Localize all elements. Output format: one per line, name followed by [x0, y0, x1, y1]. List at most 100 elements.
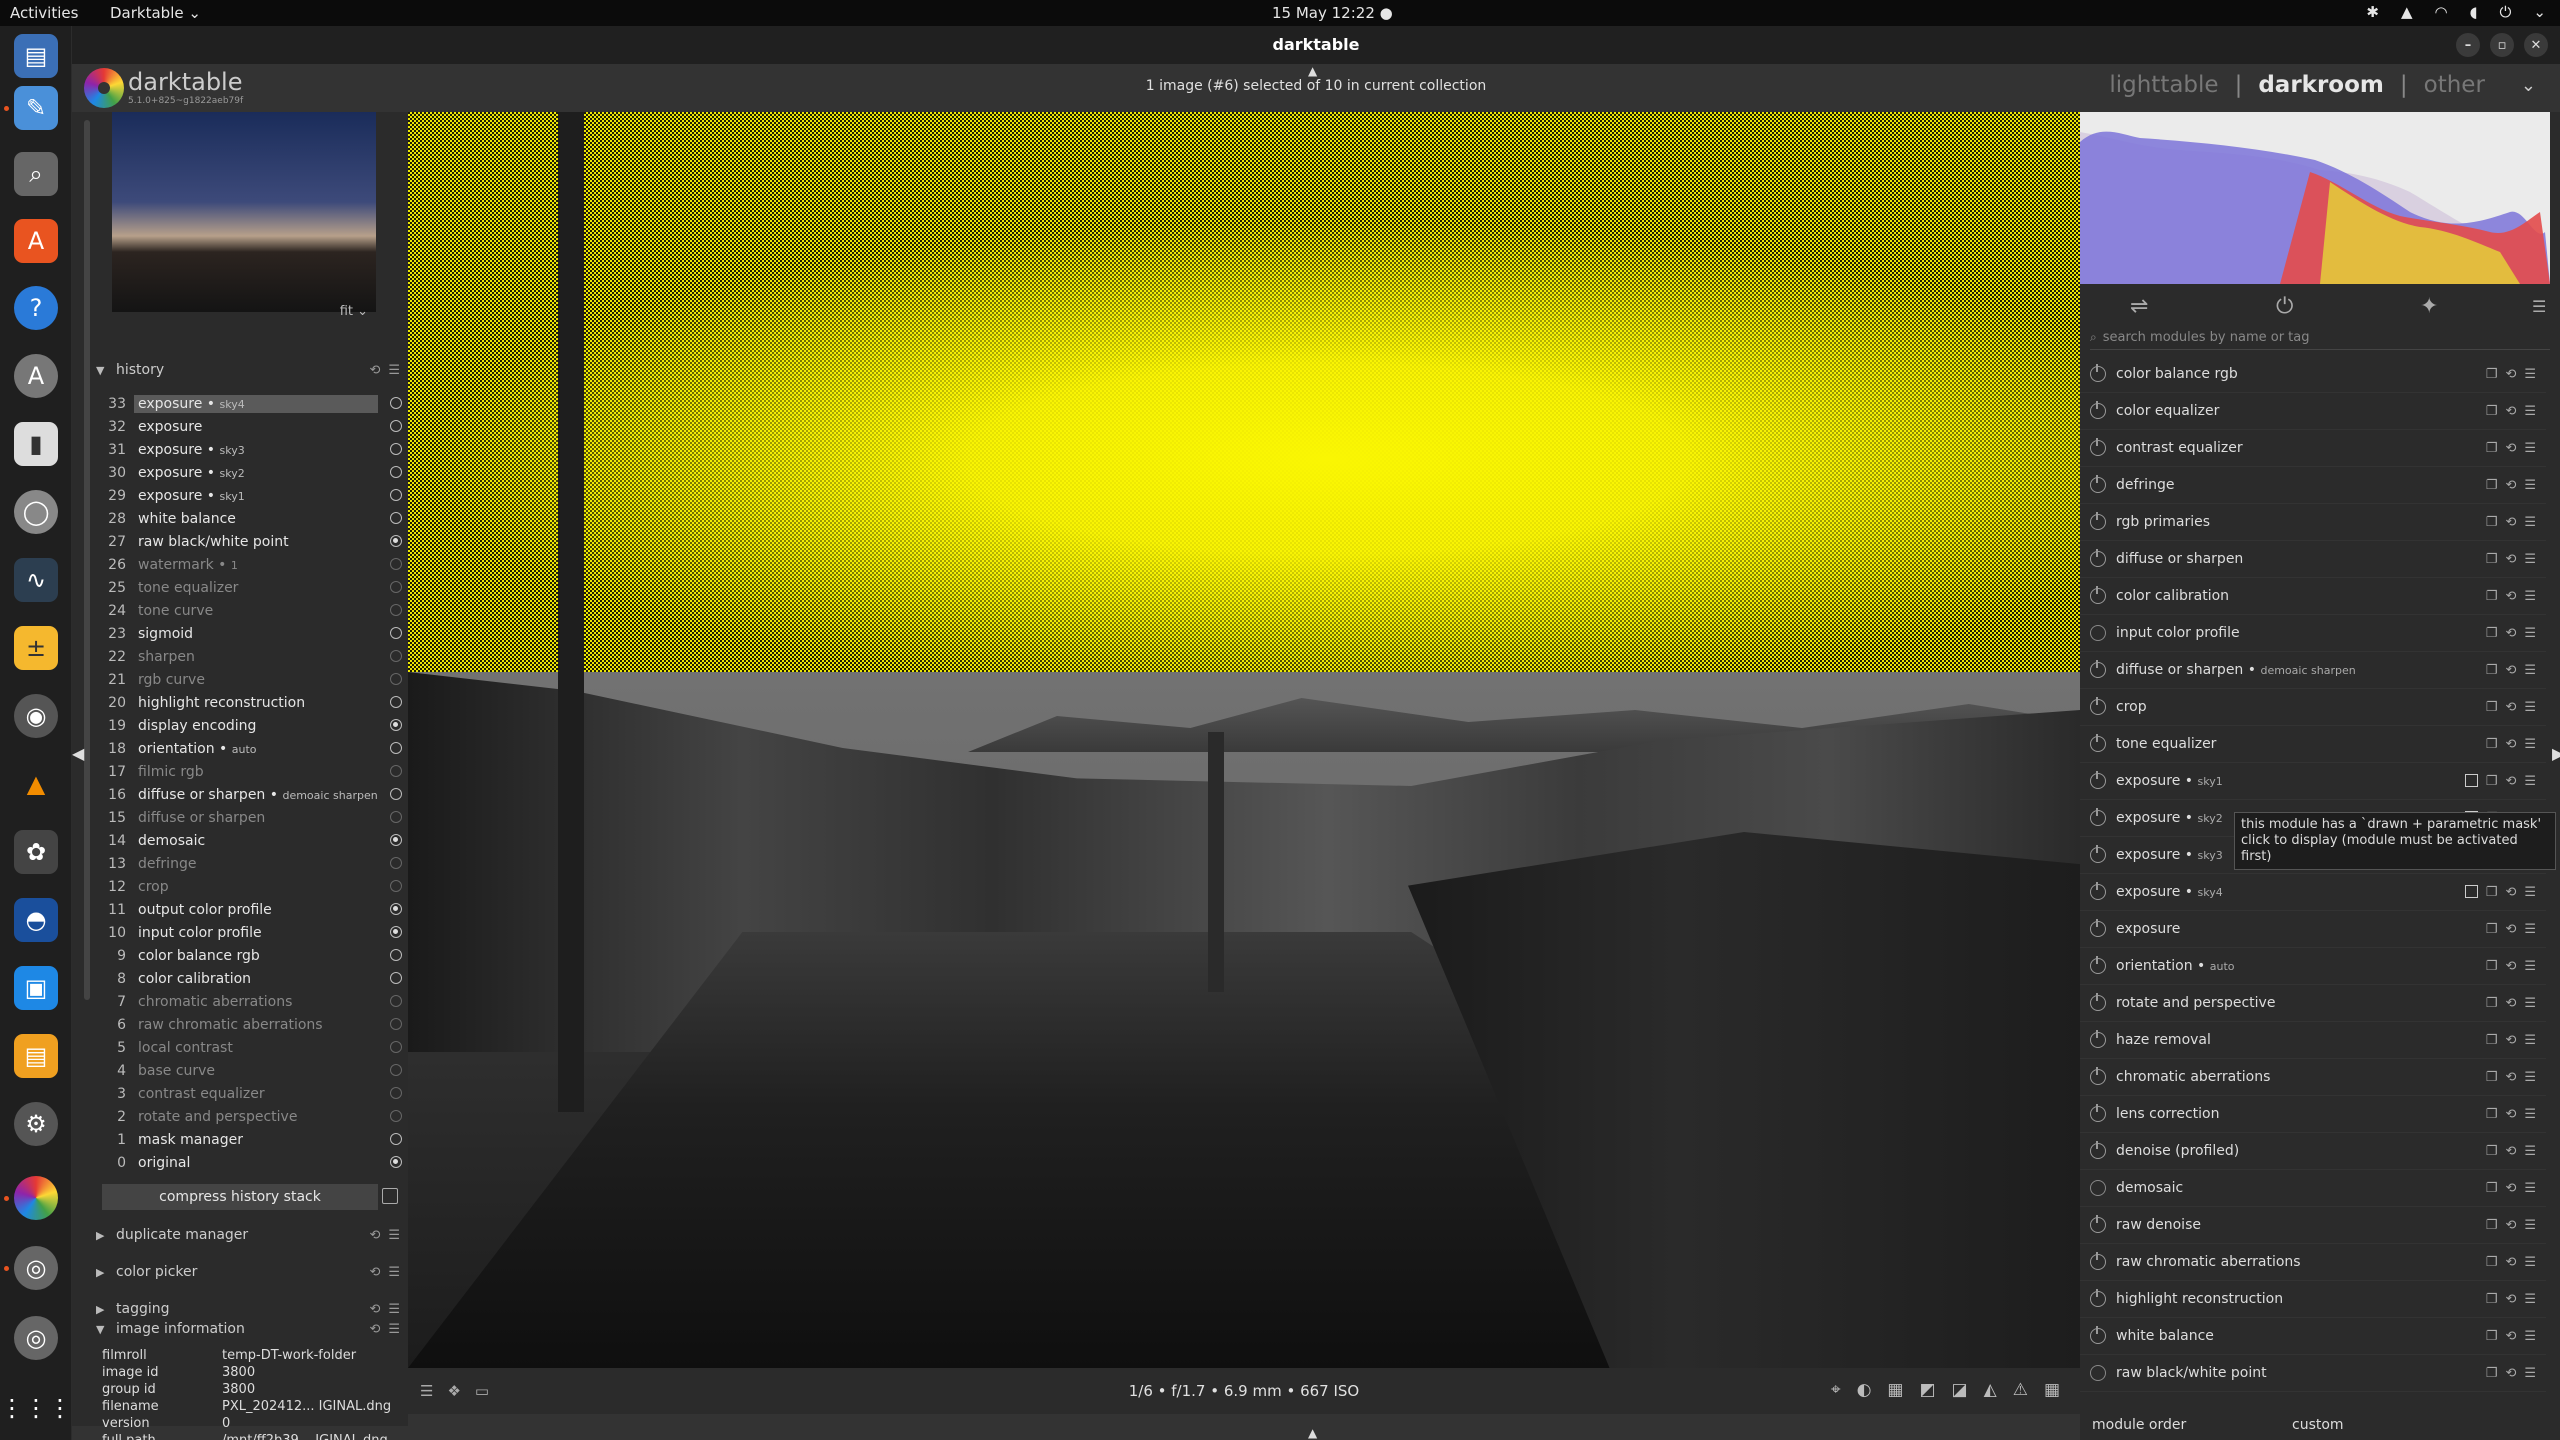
app-grid-icon[interactable]: ⋮⋮⋮	[0, 1386, 72, 1430]
presets-icon[interactable]: ☰	[2524, 1255, 2536, 1270]
bottom-panel-collapse-icon[interactable]: ▲	[1308, 1426, 1317, 1440]
power-icon[interactable]	[2090, 586, 2106, 604]
power-icon[interactable]: ⏻	[2500, 3, 2512, 21]
always-on-icon[interactable]	[2090, 1365, 2106, 1381]
volume-icon[interactable]: ◖	[2470, 3, 2478, 21]
module-order[interactable]: module order custom	[2080, 1414, 2560, 1440]
module-item[interactable]: orientation • auto ❐ ⟲ ☰	[2080, 948, 2546, 985]
navigator-thumbnail[interactable]	[112, 112, 376, 312]
power-icon[interactable]	[2090, 1104, 2106, 1122]
reset-icon[interactable]: ⟲	[2505, 700, 2516, 715]
multi-instance-icon[interactable]: ❐	[2486, 1181, 2498, 1196]
power-icon[interactable]	[2090, 401, 2106, 419]
multi-instance-icon[interactable]: ❐	[2486, 700, 2498, 715]
multi-instance-icon[interactable]: ❐	[2486, 737, 2498, 752]
multi-instance-icon[interactable]: ❐	[2486, 1070, 2498, 1085]
multi-instance-icon[interactable]: ❐	[2486, 515, 2498, 530]
multi-instance-icon[interactable]: ❐	[2486, 959, 2498, 974]
reset-icon[interactable]: ⟲	[2505, 1329, 2516, 1344]
presets-icon[interactable]: ☰	[2524, 922, 2536, 937]
presets-icon[interactable]: ☰	[2524, 663, 2536, 678]
presets-icon[interactable]: ☰	[2524, 626, 2536, 641]
files-icon[interactable]: ▤	[14, 34, 58, 78]
presets-icon[interactable]: ☰	[2524, 1218, 2536, 1233]
module-item[interactable]: tone equalizer ❐ ⟲ ☰	[2080, 726, 2546, 763]
right-panel-collapse-icon[interactable]: ▶	[2552, 744, 2560, 763]
module-item[interactable]: color calibration ❐ ⟲ ☰	[2080, 578, 2546, 615]
chip-icon[interactable]: ▣	[14, 966, 58, 1010]
presets-icon[interactable]: ☰	[2524, 774, 2536, 789]
clipping-icon[interactable]: ◩	[1919, 1380, 1935, 1400]
gimp-icon[interactable]: ✿	[14, 830, 58, 874]
presets-icon[interactable]: ☰	[388, 1322, 400, 1337]
power-icon[interactable]	[2090, 475, 2106, 493]
left-panel-collapse-icon[interactable]: ◀	[72, 744, 84, 763]
power-icon[interactable]	[2090, 1141, 2106, 1159]
photo[interactable]	[408, 112, 2080, 1368]
power-icon[interactable]	[2090, 1067, 2106, 1085]
copy-history-icon[interactable]	[382, 1188, 398, 1204]
multi-instance-icon[interactable]: ❐	[2486, 1033, 2498, 1048]
history-item[interactable]: 7 chromatic aberrations	[96, 990, 408, 1013]
reset-icon[interactable]: ⟲	[2505, 441, 2516, 456]
presets-icon[interactable]: ☰	[2524, 737, 2536, 752]
system-tray[interactable]: ✱ ▲ ◠ ◖ ⏻ ⌄	[2366, 3, 2546, 21]
power-icon[interactable]	[2090, 993, 2106, 1011]
software-updater-icon[interactable]: A	[14, 354, 58, 398]
gamut-check-icon[interactable]: ◭	[1984, 1380, 1997, 1400]
view-darkroom[interactable]: darkroom	[2258, 72, 2384, 98]
power-icon[interactable]	[2090, 549, 2106, 567]
network-icon[interactable]: ◠	[2435, 3, 2448, 21]
module-item[interactable]: rgb primaries ❐ ⟲ ☰	[2080, 504, 2546, 541]
reset-icon[interactable]: ⟲	[2505, 515, 2516, 530]
top-panel-collapse-icon[interactable]: ▲	[1308, 64, 1317, 78]
power-icon[interactable]	[2090, 882, 2106, 900]
presets-icon[interactable]: ☰	[2524, 441, 2536, 456]
history-item[interactable]: 5 local contrast	[96, 1036, 408, 1059]
view-other[interactable]: other	[2424, 72, 2485, 98]
history-item[interactable]: 33 exposure • sky4	[96, 392, 408, 415]
favorites-tab-icon[interactable]: ✦	[2420, 294, 2438, 319]
module-item[interactable]: input color profile ❐ ⟲ ☰	[2080, 615, 2546, 652]
bluetooth-icon[interactable]: ✱	[2366, 3, 2379, 21]
presets-icon[interactable]: ☰	[2524, 1329, 2536, 1344]
presets-icon[interactable]: ☰	[388, 363, 400, 378]
chat-icon[interactable]: ◯	[14, 490, 58, 534]
history-item[interactable]: 21 rgb curve	[96, 668, 408, 691]
module-item[interactable]: exposure • sky4 ❐ ⟲ ☰	[2080, 874, 2546, 911]
history-item[interactable]: 14 demosaic	[96, 829, 408, 852]
multi-instance-icon[interactable]: ❐	[2486, 663, 2498, 678]
presets-icon[interactable]: ☰	[2524, 1292, 2536, 1307]
power-icon[interactable]	[2090, 1030, 2106, 1048]
reset-icon[interactable]: ⟲	[2505, 367, 2516, 382]
history-item[interactable]: 2 rotate and perspective	[96, 1105, 408, 1128]
multi-instance-icon[interactable]: ❐	[2486, 885, 2498, 900]
power-icon[interactable]	[2090, 919, 2106, 937]
reset-icon[interactable]: ⟲	[2505, 1366, 2516, 1381]
presets-icon[interactable]: ☰	[388, 1228, 400, 1243]
presets-icon[interactable]: ☰	[2524, 404, 2536, 419]
view-lighttable[interactable]: lighttable	[2109, 72, 2218, 98]
module-item[interactable]: crop ❐ ⟲ ☰	[2080, 689, 2546, 726]
module-item[interactable]: color equalizer ❐ ⟲ ☰	[2080, 393, 2546, 430]
history-item[interactable]: 0 original	[96, 1151, 408, 1174]
presets-icon[interactable]: ☰	[2524, 1107, 2536, 1122]
reset-icon[interactable]: ⟲	[2505, 1107, 2516, 1122]
presets-icon[interactable]: ☰	[2524, 1144, 2536, 1159]
reset-icon[interactable]: ⟲	[2505, 1144, 2516, 1159]
software-center-icon[interactable]: A	[14, 219, 58, 263]
reset-icon[interactable]: ⟲	[2505, 552, 2516, 567]
power-icon[interactable]	[2090, 1215, 2106, 1233]
system-monitor-icon[interactable]: ∿	[14, 558, 58, 602]
disk-icon[interactable]: ◎	[14, 1246, 58, 1290]
history-item[interactable]: 4 base curve	[96, 1059, 408, 1082]
darktable-icon[interactable]	[14, 1176, 58, 1220]
reset-icon[interactable]: ⟲	[2505, 1033, 2516, 1048]
module-item[interactable]: diffuse or sharpen ❐ ⟲ ☰	[2080, 541, 2546, 578]
history-item[interactable]: 6 raw chromatic aberrations	[96, 1013, 408, 1036]
guides-icon[interactable]: ▦	[2044, 1380, 2060, 1400]
presets-icon[interactable]: ☰	[2524, 589, 2536, 604]
reset-icon[interactable]: ⟲	[2505, 663, 2516, 678]
reset-icon[interactable]: ⟲	[2505, 1255, 2516, 1270]
history-item[interactable]: 16 diffuse or sharpen • demoaic sharpen	[96, 783, 408, 806]
